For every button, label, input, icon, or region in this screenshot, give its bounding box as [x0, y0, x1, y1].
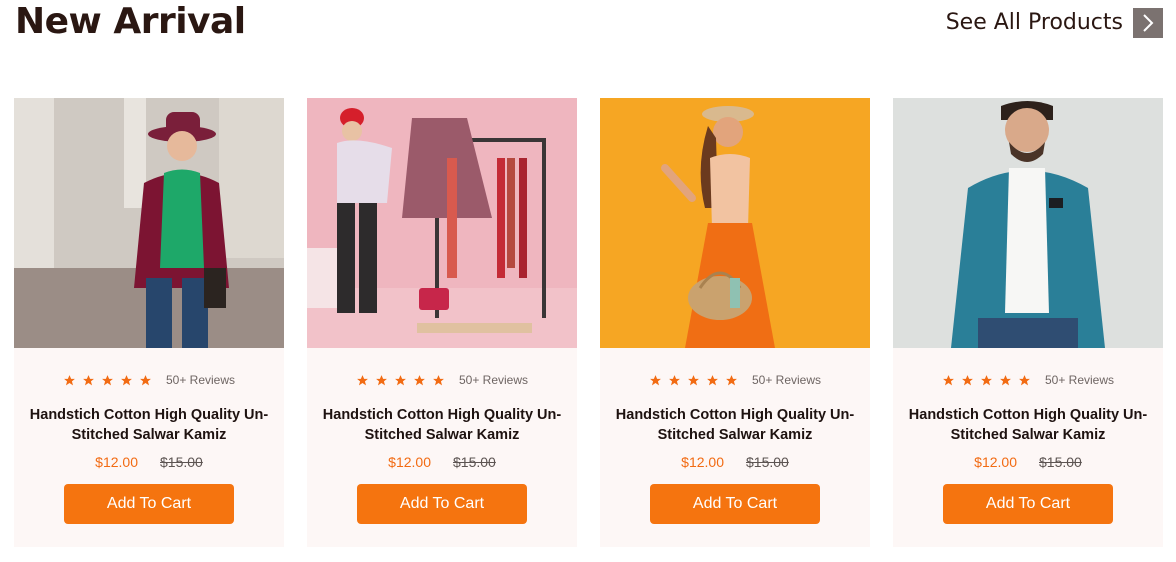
star-icon: [1018, 374, 1031, 387]
original-price: $15.00: [160, 454, 203, 470]
current-price: $12.00: [388, 454, 431, 470]
see-all-products-link[interactable]: See All Products: [946, 8, 1163, 38]
star-icon: [356, 374, 369, 387]
star-icon: [725, 374, 738, 387]
star-icon: [413, 374, 426, 387]
product-image[interactable]: [14, 98, 284, 348]
add-to-cart-button[interactable]: Add To Cart: [357, 484, 527, 524]
product-card: 50+ Reviews Handstich Cotton High Qualit…: [14, 98, 284, 547]
star-icon: [706, 374, 719, 387]
star-icon: [668, 374, 681, 387]
review-count: 50+ Reviews: [751, 373, 822, 387]
current-price: $12.00: [974, 454, 1017, 470]
star-icon: [942, 374, 955, 387]
star-icon: [375, 374, 388, 387]
star-icon: [394, 374, 407, 387]
product-title[interactable]: Handstich Cotton High Quality Un-Stitche…: [615, 406, 855, 445]
price-row: $12.00 $15.00: [388, 454, 496, 470]
product-card: 50+ Reviews Handstich Cotton High Qualit…: [893, 98, 1163, 547]
review-count: 50+ Reviews: [1044, 373, 1115, 387]
new-arrival-section: New Arrival See All Products 50+ Reviews…: [0, 0, 1176, 562]
star-icon: [82, 374, 95, 387]
star-icon: [63, 374, 76, 387]
section-title: New Arrival: [15, 1, 246, 42]
product-title[interactable]: Handstich Cotton High Quality Un-Stitche…: [908, 406, 1148, 445]
current-price: $12.00: [681, 454, 724, 470]
star-icon: [687, 374, 700, 387]
chevron-right-icon[interactable]: [1133, 8, 1163, 38]
review-count: 50+ Reviews: [165, 373, 236, 387]
price-row: $12.00 $15.00: [681, 454, 789, 470]
add-to-cart-button[interactable]: Add To Cart: [943, 484, 1113, 524]
star-icon: [980, 374, 993, 387]
original-price: $15.00: [1039, 454, 1082, 470]
star-rating: [356, 374, 445, 387]
product-image[interactable]: [600, 98, 870, 348]
star-rating: [63, 374, 152, 387]
product-card: 50+ Reviews Handstich Cotton High Qualit…: [307, 98, 577, 547]
star-icon: [120, 374, 133, 387]
rating: 50+ Reviews: [63, 373, 235, 387]
product-title[interactable]: Handstich Cotton High Quality Un-Stitche…: [29, 406, 269, 445]
star-icon: [999, 374, 1012, 387]
product-image[interactable]: [307, 98, 577, 348]
star-rating: [942, 374, 1031, 387]
rating: 50+ Reviews: [649, 373, 821, 387]
rating: 50+ Reviews: [942, 373, 1114, 387]
add-to-cart-button[interactable]: Add To Cart: [650, 484, 820, 524]
star-icon: [649, 374, 662, 387]
star-icon: [432, 374, 445, 387]
current-price: $12.00: [95, 454, 138, 470]
product-image[interactable]: [893, 98, 1163, 348]
product-title[interactable]: Handstich Cotton High Quality Un-Stitche…: [322, 406, 562, 445]
price-row: $12.00 $15.00: [95, 454, 203, 470]
star-icon: [139, 374, 152, 387]
product-card: 50+ Reviews Handstich Cotton High Qualit…: [600, 98, 870, 547]
original-price: $15.00: [746, 454, 789, 470]
see-all-label: See All Products: [945, 10, 1123, 35]
rating: 50+ Reviews: [356, 373, 528, 387]
product-grid: 50+ Reviews Handstich Cotton High Qualit…: [14, 98, 1163, 547]
original-price: $15.00: [453, 454, 496, 470]
review-count: 50+ Reviews: [458, 373, 529, 387]
price-row: $12.00 $15.00: [974, 454, 1082, 470]
star-icon: [961, 374, 974, 387]
star-rating: [649, 374, 738, 387]
add-to-cart-button[interactable]: Add To Cart: [64, 484, 234, 524]
star-icon: [101, 374, 114, 387]
